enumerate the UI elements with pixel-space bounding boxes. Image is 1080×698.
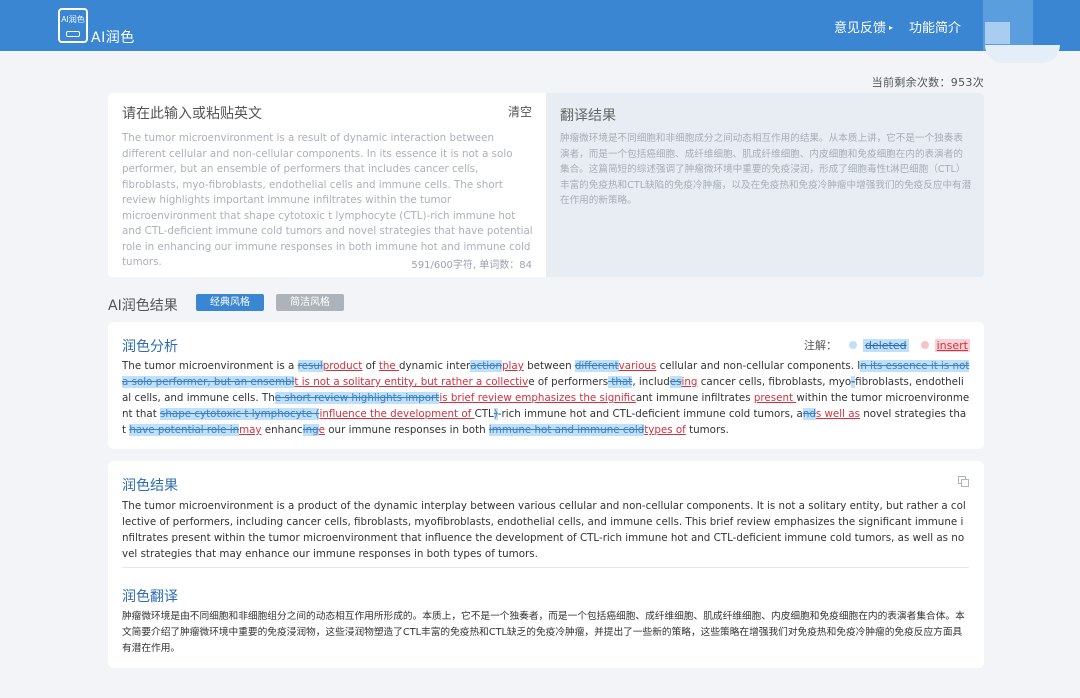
deleted-text: have potential role in <box>129 424 240 436</box>
unchanged-text: CTL <box>474 408 494 420</box>
result-card: 润色结果 The tumor microenvironment is a pro… <box>108 461 984 668</box>
analysis-title: 润色分析 <box>122 339 178 355</box>
deleted-dot-icon <box>848 341 857 349</box>
analysis-diff-text: The tumor microenvironment is a resulpro… <box>122 358 970 438</box>
result-section-label: AI润色结果 <box>108 298 178 314</box>
polished-translation-title: 润色翻译 <box>122 589 178 605</box>
inserted-text: product <box>322 360 363 372</box>
deleted-text: that <box>608 376 633 388</box>
deleted-text: nd <box>802 408 816 420</box>
inserted-text: ing <box>681 376 698 388</box>
analysis-card: 润色分析 注解： deleted insert The tumor microe… <box>108 322 984 449</box>
inserted-text: types of <box>644 424 686 436</box>
input-title: 请在此输入或粘贴英文 <box>122 106 262 122</box>
robot-logo-icon[interactable]: AI润色 <box>58 8 88 43</box>
english-input-textarea[interactable]: The tumor microenvironment is a result o… <box>122 131 534 271</box>
logo-mark: AI润色 <box>61 15 85 24</box>
deleted-text: ing <box>302 424 319 436</box>
decoration-wave <box>985 45 1060 63</box>
translation-panel: 翻译结果 肿瘤微环境是不同细胞和非细胞成分之间动态相互作用的结果。从本质上讲，它… <box>546 93 984 277</box>
nav-intro[interactable]: 功能简介 <box>909 17 961 36</box>
deleted-text: different <box>574 360 619 372</box>
inserted-text: the <box>378 360 399 372</box>
legend-insert: insert <box>934 338 970 352</box>
divider <box>122 567 969 568</box>
unchanged-text: between <box>523 360 575 372</box>
inserted-text: play <box>501 360 524 372</box>
unchanged-text: e of performers <box>528 376 609 388</box>
deleted-text: es <box>669 376 682 388</box>
inserted-text: present <box>753 392 797 404</box>
unchanged-text: our immune responses in both <box>324 424 489 436</box>
translation-text: 肿瘤微环境是不同细胞和非细胞成分之间动态相互作用的结果。从本质上讲，它不是一个独… <box>560 133 972 206</box>
unchanged-text: ant immune infiltrates <box>635 392 754 404</box>
deleted-text: immune hot and immune cold <box>488 424 645 436</box>
polished-title: 润色结果 <box>122 478 178 494</box>
translation-title: 翻译结果 <box>560 108 616 124</box>
char-counter: 591/600字符, 单词数：84 <box>411 260 532 271</box>
inserted-text: influence the development of <box>319 408 475 420</box>
inserted-text: s well as <box>815 408 860 420</box>
polished-text: The tumor microenvironment is a product … <box>122 500 966 560</box>
clear-button[interactable]: 清空 <box>508 103 532 120</box>
inserted-text: various <box>618 360 657 372</box>
inserted-text: t is not a solitary entity, but rather a… <box>294 376 529 388</box>
legend-deleted: deleted <box>862 338 909 352</box>
unchanged-text: -rich immune hot and CTL-deficient immun… <box>497 408 803 420</box>
caret-right-icon: ▸ <box>889 23 894 32</box>
inserted-text: may <box>239 424 262 436</box>
style-simple-button[interactable]: 简洁风格 <box>276 294 344 311</box>
style-classic-button[interactable]: 经典风格 <box>196 294 264 311</box>
deleted-text: resul <box>297 360 323 372</box>
copy-icon[interactable] <box>958 476 970 488</box>
legend-label: 注解： <box>803 339 837 352</box>
unchanged-text: The tumor microenvironment is a <box>122 360 298 372</box>
unchanged-text: cancer cells, fibroblasts, myo <box>697 376 852 388</box>
unchanged-text: tumors. <box>685 424 729 436</box>
deleted-text: e short review highlights import <box>274 392 440 404</box>
deleted-text: action <box>470 360 502 372</box>
english-input-panel[interactable]: 请在此输入或粘贴英文 清空 The tumor microenvironment… <box>108 93 546 277</box>
inserted-text: is brief review emphasizes the signific <box>439 392 636 404</box>
unchanged-text: enhanc <box>261 424 303 436</box>
remaining-number: 953 <box>950 76 973 89</box>
deleted-text: shape cytotoxic t lymphocyte ( <box>160 408 320 420</box>
app-name[interactable]: AI润色 <box>91 27 135 47</box>
unchanged-text: of <box>362 360 379 372</box>
unchanged-text: cellular and non-cellular components. I <box>656 360 861 372</box>
unchanged-text: dynamic inter <box>398 360 471 372</box>
insert-dot-icon <box>920 341 929 349</box>
top-navbar: AI润色 AI润色 意见反馈 ▸ 功能简介 <box>0 0 1080 51</box>
polished-translation-text: 肿瘤微环境是由不同细胞和非细胞组分之间的动态相互作用所形成的。本质上，它不是一个… <box>122 611 965 654</box>
nav-feedback[interactable]: 意见反馈 ▸ <box>834 17 893 36</box>
decoration-block <box>985 22 1010 44</box>
legend: 注解： deleted insert <box>804 337 970 353</box>
unchanged-text: , includ <box>632 376 670 388</box>
nav-feedback-label: 意见反馈 <box>834 21 887 36</box>
remaining-count: 当前剩余次数：953次 <box>871 76 984 89</box>
